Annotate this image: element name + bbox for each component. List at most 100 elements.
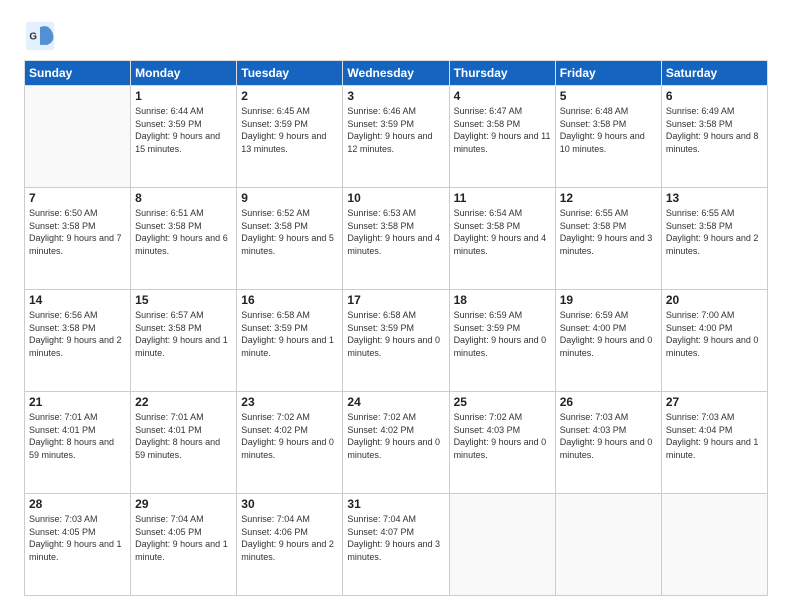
day-info: Sunrise: 6:48 AMSunset: 3:58 PMDaylight:…	[560, 105, 657, 155]
calendar-cell: 23Sunrise: 7:02 AMSunset: 4:02 PMDayligh…	[237, 392, 343, 494]
calendar-cell: 2Sunrise: 6:45 AMSunset: 3:59 PMDaylight…	[237, 86, 343, 188]
calendar-cell: 25Sunrise: 7:02 AMSunset: 4:03 PMDayligh…	[449, 392, 555, 494]
calendar-cell: 8 Sunrise: 6:51 AMSunset: 3:58 PMDaylight…	[131, 188, 237, 290]
calendar-cell: 6 Sunrise: 6:49 AMSunset: 3:58 PMDaylight…	[661, 86, 767, 188]
calendar-cell: 13 Sunrise: 6:55 AMSunset: 3:58 PMDayligh…	[661, 188, 767, 290]
day-info: Sunrise: 6:55 AMSunset: 3:58 PMDaylight:…	[666, 207, 763, 257]
day-info: Sunrise: 6:50 AMSunset: 3:58 PMDaylight:…	[29, 207, 126, 257]
calendar-week-4: 21 Sunrise: 7:01 AMSunset: 4:01 PMDayligh…	[25, 392, 768, 494]
day-number: 17	[347, 293, 444, 307]
calendar-week-3: 14 Sunrise: 6:56 AMSunset: 3:58 PMDayligh…	[25, 290, 768, 392]
calendar-cell: 7 Sunrise: 6:50 AMSunset: 3:58 PMDaylight…	[25, 188, 131, 290]
day-number: 28	[29, 497, 126, 511]
calendar-cell: 4 Sunrise: 6:47 AMSunset: 3:58 PMDaylight…	[449, 86, 555, 188]
calendar-cell: 24 Sunrise: 7:02 AMSunset: 4:02 PMDayligh…	[343, 392, 449, 494]
day-number: 20	[666, 293, 763, 307]
day-number: 5	[560, 89, 657, 103]
day-info: Sunrise: 6:56 AMSunset: 3:58 PMDaylight:…	[29, 309, 126, 359]
day-number: 21	[29, 395, 126, 409]
day-info: Sunrise: 6:59 AMSunset: 4:00 PMDaylight:…	[560, 309, 657, 359]
day-number: 18	[454, 293, 551, 307]
calendar-cell: 17 Sunrise: 6:58 AMSunset: 3:59 PMDayligh…	[343, 290, 449, 392]
day-number: 7	[29, 191, 126, 205]
col-sunday: Sunday	[25, 61, 131, 86]
day-info: Sunrise: 7:04 AMSunset: 4:07 PMDaylight:…	[347, 513, 444, 563]
col-thursday: Thursday	[449, 61, 555, 86]
day-number: 9	[241, 191, 338, 205]
day-number: 29	[135, 497, 232, 511]
day-info: Sunrise: 6:47 AMSunset: 3:58 PMDaylight:…	[454, 105, 551, 155]
calendar-cell: 18 Sunrise: 6:59 AMSunset: 3:59 PMDayligh…	[449, 290, 555, 392]
day-info: Sunrise: 7:04 AMSunset: 4:05 PMDaylight:…	[135, 513, 232, 563]
day-info: Sunrise: 6:58 AMSunset: 3:59 PMDaylight:…	[241, 309, 338, 359]
calendar-cell: 11 Sunrise: 6:54 AMSunset: 3:58 PMDayligh…	[449, 188, 555, 290]
day-info: Sunrise: 7:02 AMSunset: 4:03 PMDaylight:…	[454, 411, 551, 461]
day-number: 11	[454, 191, 551, 205]
day-number: 13	[666, 191, 763, 205]
day-info: Sunrise: 6:52 AMSunset: 3:58 PMDaylight:…	[241, 207, 338, 257]
calendar-cell: 21 Sunrise: 7:01 AMSunset: 4:01 PMDayligh…	[25, 392, 131, 494]
page: G Sunday Monday Tuesday Wednesday Thursd…	[0, 0, 792, 612]
day-number: 27	[666, 395, 763, 409]
day-number: 14	[29, 293, 126, 307]
col-tuesday: Tuesday	[237, 61, 343, 86]
calendar-week-5: 28Sunrise: 7:03 AMSunset: 4:05 PMDayligh…	[25, 494, 768, 596]
day-number: 24	[347, 395, 444, 409]
day-info: Sunrise: 6:49 AMSunset: 3:58 PMDaylight:…	[666, 105, 763, 155]
svg-text:G: G	[29, 32, 37, 43]
day-info: Sunrise: 7:03 AMSunset: 4:03 PMDaylight:…	[560, 411, 657, 461]
calendar-cell	[449, 494, 555, 596]
day-number: 16	[241, 293, 338, 307]
calendar-cell: 10Sunrise: 6:53 AMSunset: 3:58 PMDayligh…	[343, 188, 449, 290]
day-number: 6	[666, 89, 763, 103]
day-info: Sunrise: 6:45 AMSunset: 3:59 PMDaylight:…	[241, 105, 338, 155]
day-number: 1	[135, 89, 232, 103]
day-info: Sunrise: 6:58 AMSunset: 3:59 PMDaylight:…	[347, 309, 444, 359]
day-info: Sunrise: 6:54 AMSunset: 3:58 PMDaylight:…	[454, 207, 551, 257]
day-info: Sunrise: 7:01 AMSunset: 4:01 PMDaylight:…	[29, 411, 126, 461]
logo: G	[24, 20, 62, 52]
calendar-header-row: Sunday Monday Tuesday Wednesday Thursday…	[25, 61, 768, 86]
day-info: Sunrise: 6:44 AMSunset: 3:59 PMDaylight:…	[135, 105, 232, 155]
day-number: 4	[454, 89, 551, 103]
calendar-cell: 1 Sunrise: 6:44 AMSunset: 3:59 PMDaylight…	[131, 86, 237, 188]
day-number: 8	[135, 191, 232, 205]
calendar-week-1: 1 Sunrise: 6:44 AMSunset: 3:59 PMDaylight…	[25, 86, 768, 188]
day-number: 31	[347, 497, 444, 511]
day-info: Sunrise: 6:46 AMSunset: 3:59 PMDaylight:…	[347, 105, 444, 155]
col-monday: Monday	[131, 61, 237, 86]
header: G	[24, 20, 768, 52]
calendar-cell: 20 Sunrise: 7:00 AMSunset: 4:00 PMDayligh…	[661, 290, 767, 392]
calendar-cell: 27 Sunrise: 7:03 AMSunset: 4:04 PMDayligh…	[661, 392, 767, 494]
calendar-cell: 16 Sunrise: 6:58 AMSunset: 3:59 PMDayligh…	[237, 290, 343, 392]
calendar-cell: 14 Sunrise: 6:56 AMSunset: 3:58 PMDayligh…	[25, 290, 131, 392]
calendar-cell: 15Sunrise: 6:57 AMSunset: 3:58 PMDayligh…	[131, 290, 237, 392]
calendar-cell	[661, 494, 767, 596]
calendar-cell: 19 Sunrise: 6:59 AMSunset: 4:00 PMDayligh…	[555, 290, 661, 392]
day-number: 19	[560, 293, 657, 307]
col-wednesday: Wednesday	[343, 61, 449, 86]
day-info: Sunrise: 7:02 AMSunset: 4:02 PMDaylight:…	[241, 411, 338, 461]
calendar-cell	[25, 86, 131, 188]
day-info: Sunrise: 7:04 AMSunset: 4:06 PMDaylight:…	[241, 513, 338, 563]
day-info: Sunrise: 7:02 AMSunset: 4:02 PMDaylight:…	[347, 411, 444, 461]
day-number: 26	[560, 395, 657, 409]
day-info: Sunrise: 7:03 AMSunset: 4:04 PMDaylight:…	[666, 411, 763, 461]
calendar-cell: 28Sunrise: 7:03 AMSunset: 4:05 PMDayligh…	[25, 494, 131, 596]
calendar-cell: 31 Sunrise: 7:04 AMSunset: 4:07 PMDayligh…	[343, 494, 449, 596]
day-info: Sunrise: 7:00 AMSunset: 4:00 PMDaylight:…	[666, 309, 763, 359]
day-info: Sunrise: 6:59 AMSunset: 3:59 PMDaylight:…	[454, 309, 551, 359]
day-number: 10	[347, 191, 444, 205]
logo-icon: G	[24, 20, 56, 52]
day-info: Sunrise: 6:51 AMSunset: 3:58 PMDaylight:…	[135, 207, 232, 257]
day-number: 30	[241, 497, 338, 511]
calendar-cell: 26 Sunrise: 7:03 AMSunset: 4:03 PMDayligh…	[555, 392, 661, 494]
calendar-cell: 22Sunrise: 7:01 AMSunset: 4:01 PMDayligh…	[131, 392, 237, 494]
col-friday: Friday	[555, 61, 661, 86]
calendar-table: Sunday Monday Tuesday Wednesday Thursday…	[24, 60, 768, 596]
calendar-cell: 9 Sunrise: 6:52 AMSunset: 3:58 PMDaylight…	[237, 188, 343, 290]
col-saturday: Saturday	[661, 61, 767, 86]
calendar-cell	[555, 494, 661, 596]
day-number: 3	[347, 89, 444, 103]
day-info: Sunrise: 6:55 AMSunset: 3:58 PMDaylight:…	[560, 207, 657, 257]
